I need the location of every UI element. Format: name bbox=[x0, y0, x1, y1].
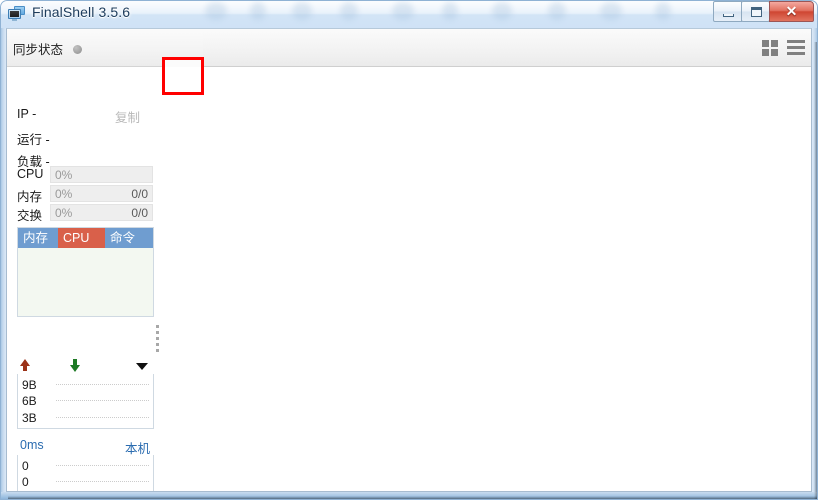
monitor-front-shape bbox=[8, 9, 21, 19]
finalshell-window: FinalShell 3.5.6 ✕ 同步状态 IP - 复制 运行 - 负载 … bbox=[0, 0, 818, 500]
network-gridline bbox=[56, 417, 149, 418]
titlebar-reflection bbox=[492, 2, 512, 20]
memory-meter-percent: 0% bbox=[55, 187, 73, 201]
titlebar-reflection bbox=[600, 2, 622, 20]
window-left-border bbox=[0, 28, 6, 500]
process-col-command[interactable]: 命令 bbox=[105, 228, 153, 248]
network-traffic-graph: 9B 6B 3B bbox=[17, 374, 154, 429]
ping-gridline bbox=[56, 465, 149, 466]
app-computer-monitor-icon bbox=[8, 6, 25, 21]
titlebar-reflection bbox=[655, 2, 671, 20]
list-view-icon[interactable] bbox=[787, 39, 805, 56]
swap-meter-total: 0/0 bbox=[131, 206, 148, 220]
toolbar: 同步状态 bbox=[7, 29, 811, 93]
process-table[interactable]: 内存 CPU 命令 bbox=[17, 227, 154, 317]
swap-meter-label: 交换 bbox=[17, 209, 43, 223]
cpu-meter-bar: 0% bbox=[50, 166, 153, 183]
network-gridline bbox=[56, 400, 149, 401]
titlebar-reflection bbox=[548, 2, 566, 20]
process-table-body bbox=[18, 248, 153, 316]
ping-graph-header: 0ms 本机 bbox=[17, 438, 154, 456]
maximize-button[interactable] bbox=[741, 1, 770, 22]
memory-meter-total: 0/0 bbox=[131, 187, 148, 201]
monitor-stand-shape bbox=[12, 19, 17, 21]
memory-meter-row: 内存 0% 0/0 bbox=[17, 185, 153, 204]
swap-meter-row: 交换 0% 0/0 bbox=[17, 204, 153, 223]
sync-status-label: 同步状态 bbox=[13, 43, 64, 57]
close-icon: ✕ bbox=[785, 3, 798, 19]
memory-meter-bar: 0% 0/0 bbox=[50, 185, 153, 202]
memory-meter-label: 内存 bbox=[17, 190, 43, 204]
sync-status-dot bbox=[73, 45, 82, 54]
ip-row: IP - bbox=[17, 107, 36, 121]
uptime-row: 运行 - bbox=[17, 129, 50, 148]
uptime-label: 运行 bbox=[17, 133, 43, 147]
minimize-icon bbox=[723, 14, 734, 17]
network-axis-label: 9B bbox=[22, 378, 37, 392]
view-mode-icons bbox=[762, 39, 805, 56]
network-axis-label: 3B bbox=[22, 411, 37, 425]
ping-axis-label: 0 bbox=[22, 459, 29, 473]
process-table-header: 内存 CPU 命令 bbox=[18, 228, 153, 248]
monitor-screen-shape bbox=[10, 11, 19, 17]
network-axis-label: 6B bbox=[22, 394, 37, 408]
window-controls: ✕ bbox=[713, 1, 814, 22]
titlebar-reflection bbox=[442, 2, 458, 20]
uptime-value: - bbox=[45, 133, 50, 147]
titlebar-reflection bbox=[205, 2, 227, 20]
titlebar-reflection bbox=[392, 2, 414, 20]
ip-label: IP bbox=[17, 107, 29, 121]
cpu-meter-row: CPU 0% bbox=[17, 166, 153, 184]
cpu-meter-label: CPU bbox=[17, 167, 44, 181]
process-col-memory[interactable]: 内存 bbox=[18, 228, 58, 248]
main-content-area[interactable] bbox=[159, 67, 811, 491]
ping-axis-label: 0 bbox=[22, 475, 29, 489]
server-info-sidebar: IP - 复制 运行 - 负载 - CPU 0% 内存 0% 0/0 交换 0%… bbox=[7, 67, 160, 491]
swap-meter-percent: 0% bbox=[55, 206, 73, 220]
caret-down-icon[interactable] bbox=[136, 363, 148, 370]
titlebar-reflection bbox=[340, 2, 358, 20]
minimize-button[interactable] bbox=[713, 1, 742, 22]
maximize-icon bbox=[751, 7, 762, 17]
copy-ip-link[interactable]: 复制 bbox=[115, 107, 140, 126]
client-area: 同步状态 IP - 复制 运行 - 负载 - CPU 0% 内存 0% 0/0 … bbox=[6, 28, 812, 492]
process-col-cpu[interactable]: CPU bbox=[58, 228, 105, 248]
ip-value: - bbox=[32, 107, 37, 121]
window-bottom-shadow bbox=[8, 496, 818, 500]
network-graph-header bbox=[17, 358, 154, 374]
close-button[interactable]: ✕ bbox=[769, 1, 814, 22]
window-right-shadow bbox=[814, 42, 818, 500]
window-titlebar[interactable]: FinalShell 3.5.6 ✕ bbox=[0, 0, 818, 28]
window-title: FinalShell 3.5.6 bbox=[32, 4, 131, 20]
ping-gridline bbox=[56, 481, 149, 482]
ping-latency-value: 0ms bbox=[20, 438, 44, 452]
grid-view-icon[interactable] bbox=[762, 39, 779, 56]
network-gridline bbox=[56, 384, 149, 385]
titlebar-reflection bbox=[292, 2, 312, 20]
swap-meter-bar: 0% 0/0 bbox=[50, 204, 153, 221]
ping-latency-graph: 0 0 0 bbox=[17, 455, 154, 491]
toolbar-tabstrip-background bbox=[203, 29, 811, 67]
cpu-meter-percent: 0% bbox=[55, 168, 73, 182]
titlebar-reflection bbox=[250, 2, 266, 20]
